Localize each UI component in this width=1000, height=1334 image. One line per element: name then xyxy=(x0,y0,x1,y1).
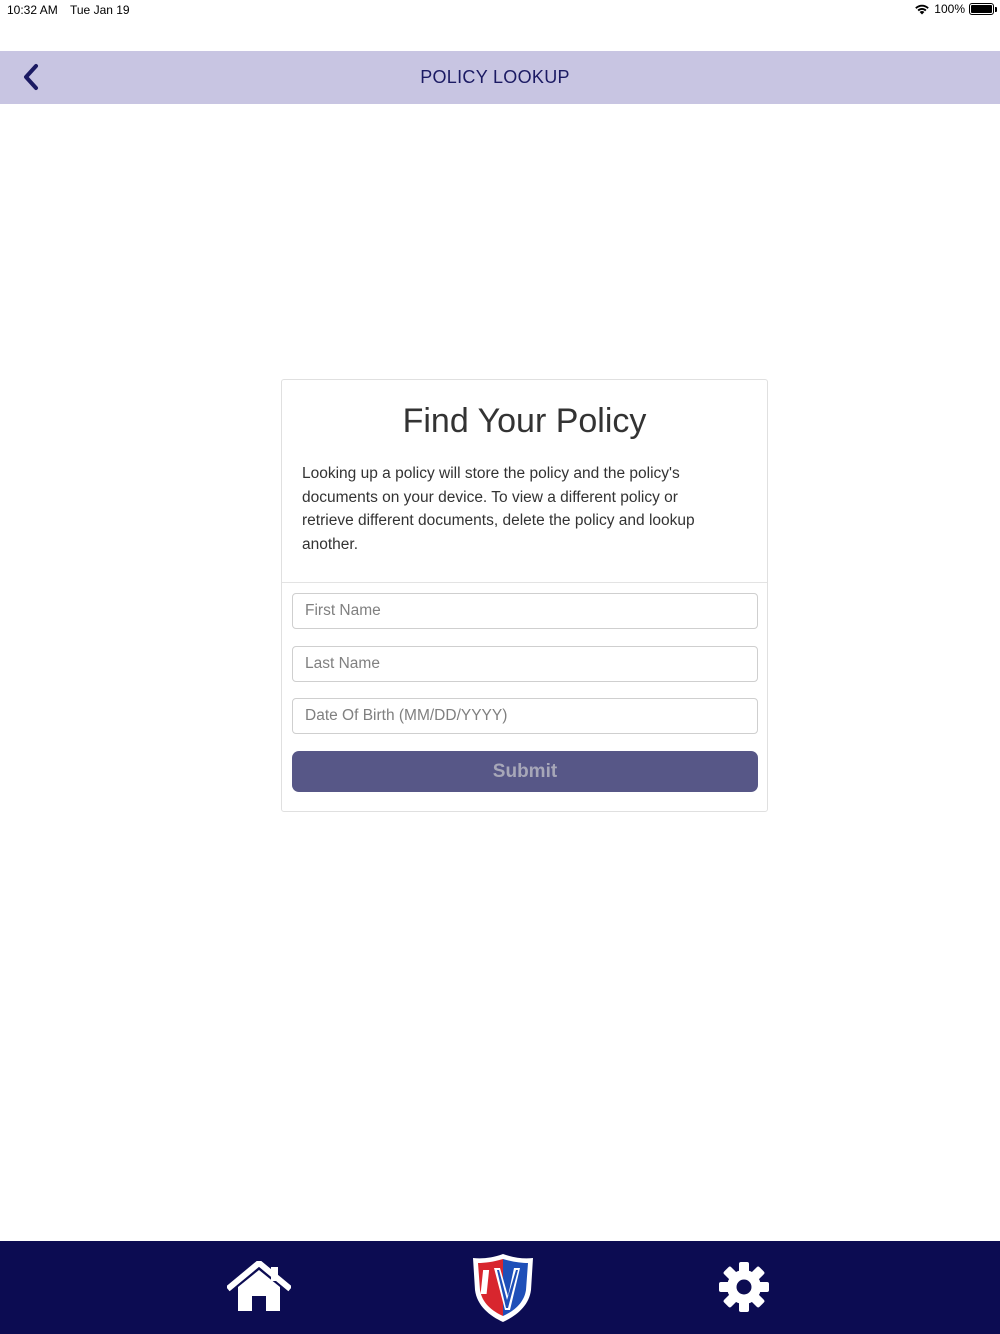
last-name-input[interactable] xyxy=(292,646,758,682)
submit-button[interactable]: Submit xyxy=(292,751,758,792)
status-date: Tue Jan 19 xyxy=(70,3,130,17)
status-bar: 10:32 AM Tue Jan 19 100% xyxy=(0,0,1000,22)
card-title: Find Your Policy xyxy=(402,402,647,440)
shield-logo-icon xyxy=(473,1254,533,1322)
card-divider xyxy=(282,582,767,583)
navigation-header: POLICY LOOKUP xyxy=(0,51,1000,104)
nav-home-button[interactable] xyxy=(226,1259,292,1315)
date-of-birth-input[interactable] xyxy=(292,698,758,734)
nav-settings-button[interactable] xyxy=(715,1259,773,1315)
bottom-navigation xyxy=(0,1241,1000,1334)
card-description: Looking up a policy will store the polic… xyxy=(302,465,695,553)
battery-percentage: 100% xyxy=(934,2,965,16)
nav-logo-button[interactable] xyxy=(469,1251,537,1325)
policy-lookup-card: Find Your Policy Looking up a policy wil… xyxy=(281,379,768,812)
first-name-input[interactable] xyxy=(292,593,758,629)
gear-icon xyxy=(719,1262,769,1312)
status-indicators: 100% xyxy=(914,2,997,16)
page-title-text: POLICY LOOKUP xyxy=(420,67,570,87)
battery-icon xyxy=(969,3,997,15)
wifi-icon xyxy=(915,4,930,15)
home-icon xyxy=(227,1261,291,1311)
page-title: POLICY LOOKUP xyxy=(0,67,1000,88)
status-time: 10:32 AM xyxy=(7,3,58,17)
